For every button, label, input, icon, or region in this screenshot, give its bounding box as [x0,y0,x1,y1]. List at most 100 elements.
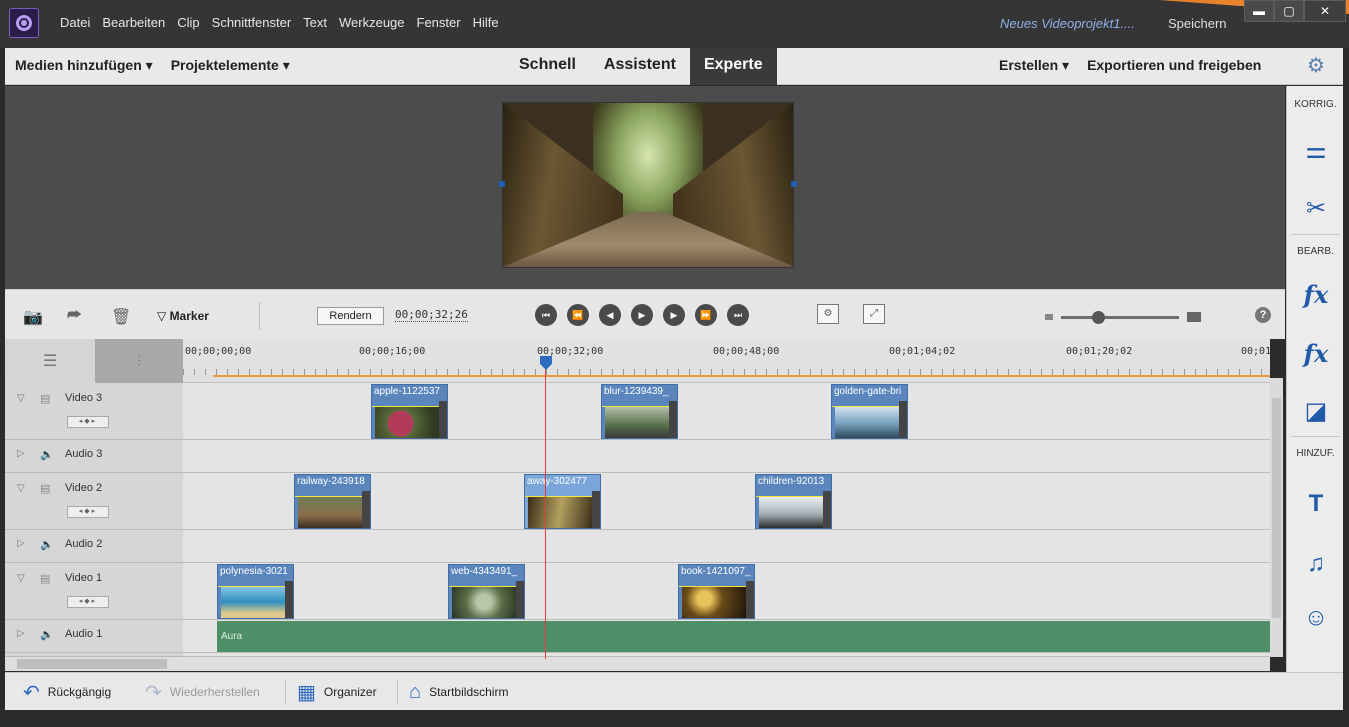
app-logo-icon [9,8,39,38]
go-to-end-icon[interactable]: ⏭ [727,304,749,326]
keyframe-controls[interactable]: ◂◆▸ [67,596,109,608]
graphics-smiley-icon[interactable]: ☺ [1301,603,1331,633]
zoom-slider[interactable] [1061,310,1179,324]
home-screen-button[interactable]: ⌂ Startbildschirm [409,673,508,711]
collapse-icon[interactable]: ▽ [17,573,25,584]
trash-icon[interactable]: 🗑 [111,307,131,327]
go-to-start-icon[interactable]: ⏮ [535,304,557,326]
film-icon: ▤ [40,573,51,585]
project-assets-menu[interactable]: Projektelemente ▾ [171,57,290,74]
menu-schnittfenster[interactable]: Schnittfenster [212,15,292,30]
playhead-line [545,365,546,659]
clip-children[interactable]: children-92013 [755,474,832,529]
clip-polynesia[interactable]: polynesia-3021 [217,564,294,619]
clip-blur[interactable]: blur-1239439_ [601,384,678,439]
applied-effects-icon[interactable]: fx [1301,279,1331,309]
window-bottom-edge [0,710,1349,727]
gear-icon[interactable]: ⚙ [1305,55,1327,77]
menu-clip[interactable]: Clip [177,15,199,30]
add-media-menu[interactable]: Medien hinzufügen ▾ [15,57,153,74]
music-icon[interactable]: ♫ [1301,549,1331,579]
ruler-timecode: 00;00;32;00 [537,346,604,357]
fast-forward-icon[interactable]: ⏩ [695,304,717,326]
marker-icon: ▽ [157,309,170,323]
expand-icon[interactable]: ▷ [17,538,25,549]
titles-text-icon[interactable]: T [1301,489,1331,519]
timeline-vertical-scrollbar[interactable] [1270,378,1283,657]
clip-label: web-4343491_ [451,566,518,577]
tab-assistent[interactable]: Assistent [590,48,690,85]
current-timecode[interactable]: 00;00;32;26 [395,308,468,322]
menu-text[interactable]: Text [303,15,327,30]
adjust-sliders-icon[interactable]: ⚌ [1301,135,1331,165]
menu-hilfe[interactable]: Hilfe [473,15,499,30]
time-ruler[interactable]: 00;00;00;00 00;00;16;00 00;00;32;00 00;0… [183,339,1270,383]
zoom-knob[interactable] [1092,310,1105,324]
rewind-icon[interactable]: ⏪ [567,304,589,326]
track-audio2 [183,530,1270,563]
preview-monitor [5,86,1285,289]
track-name: Audio 3 [65,448,103,460]
save-button[interactable]: Speichern [1168,16,1227,31]
tab-experte[interactable]: Experte [689,48,777,85]
effects-icon[interactable]: fx [1301,338,1331,368]
track-list-icon[interactable]: ☰ [5,339,95,383]
preview-image[interactable] [502,102,794,268]
speaker-icon: 🔈 [40,539,54,551]
ruler-timecode: 00;00;16;00 [359,346,426,357]
audio-clip-aura[interactable]: Aura [217,621,1270,652]
redo-button[interactable]: ↷ Wiederherstellen [145,673,260,711]
create-menu[interactable]: Erstellen ▾ [999,57,1069,74]
clip-label: children-92013 [758,476,825,487]
close-button[interactable]: ✕ [1304,0,1346,22]
collapse-icon[interactable]: ▽ [17,393,25,404]
audio-waveform-icon[interactable]: ⫶ [95,339,183,383]
expand-icon[interactable]: ▷ [17,628,25,639]
step-forward-icon[interactable]: ▶ [663,304,685,326]
monitor-settings-icon[interactable]: ⚙ [817,304,839,324]
minimize-button[interactable]: ▬ [1244,0,1274,22]
clip-label: golden-gate-bri [834,386,902,397]
clip-book[interactable]: book-1421097_ [678,564,755,619]
menu-fenster[interactable]: Fenster [417,15,461,30]
step-back-icon[interactable]: ◀ [599,304,621,326]
organizer-button[interactable]: ▦ Organizer [297,673,377,711]
zoom-in-icon[interactable] [1187,312,1201,322]
transform-handle-right[interactable] [791,181,797,187]
transform-handle-left[interactable] [499,181,505,187]
timeline-horizontal-scrollbar[interactable] [5,657,1270,671]
clip-web[interactable]: web-4343491_ [448,564,525,619]
fullscreen-icon[interactable]: ⤢ [863,304,885,324]
track-video1: polynesia-3021 web-4343491_ book-1421097… [183,563,1270,620]
marker-dropdown[interactable]: ▽ Marker [157,309,209,323]
undo-button[interactable]: ↶ Rückgängig [23,673,111,711]
right-panel: KORRIG. ⚌ ✂ BEARB. fx fx ◪ HINZUF. T ♫ ☺ [1286,86,1343,672]
collapse-icon[interactable]: ▽ [17,483,25,494]
clip-railway[interactable]: railway-243918 [294,474,371,529]
keyframe-controls[interactable]: ◂◆▸ [67,506,109,518]
menu-werkzeuge[interactable]: Werkzeuge [339,15,405,30]
expand-icon[interactable]: ▷ [17,448,25,459]
clip-away[interactable]: away-302477 [524,474,601,529]
clip-label: polynesia-3021 [220,566,288,577]
help-icon[interactable]: ? [1255,307,1271,323]
clip-label: blur-1239439_ [604,386,669,397]
menu-datei[interactable]: Datei [60,15,90,30]
detach-icon[interactable]: ⮫ [67,307,82,325]
render-button[interactable]: Rendern [317,307,384,325]
keyframe-controls[interactable]: ◂◆▸ [67,416,109,428]
transitions-icon[interactable]: ◪ [1301,396,1331,426]
speaker-icon: 🔈 [40,449,54,461]
clip-apple[interactable]: apple-1122537 [371,384,448,439]
clip-golden-gate[interactable]: golden-gate-bri [831,384,908,439]
tab-schnell[interactable]: Schnell [505,48,590,85]
menu-bearbeiten[interactable]: Bearbeiten [102,15,165,30]
camera-icon[interactable]: 📷 [23,307,43,327]
zoom-out-icon[interactable] [1045,314,1053,320]
tools-icon[interactable]: ✂ [1301,193,1331,223]
maximize-button[interactable]: ▢ [1274,0,1304,22]
export-share-button[interactable]: Exportieren und freigeben [1087,57,1261,74]
clip-label: book-1421097_ [681,566,751,577]
mode-tabs: Schnell Assistent Experte [505,48,777,85]
play-icon[interactable]: ▶ [631,304,653,326]
